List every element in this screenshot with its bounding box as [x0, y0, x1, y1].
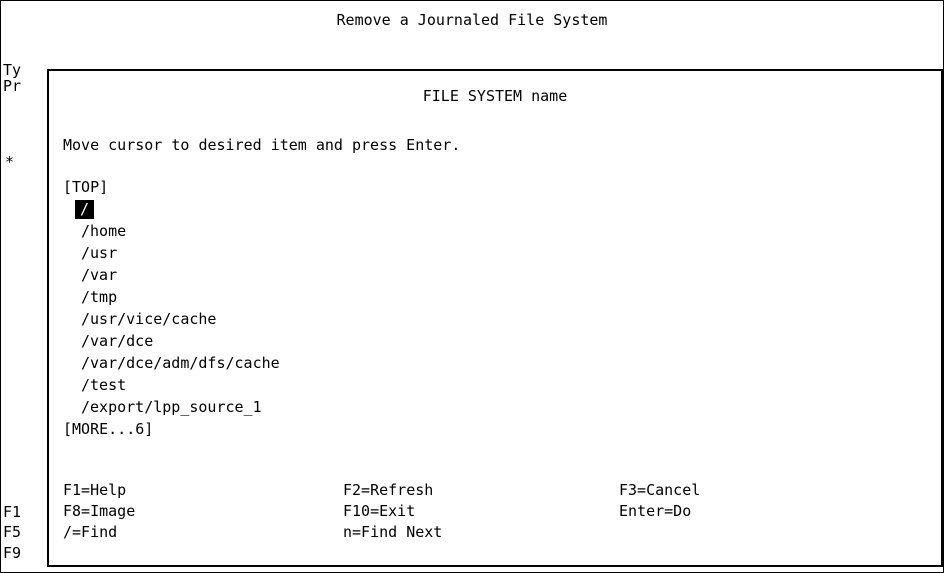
- list-item[interactable]: /tmp: [81, 288, 117, 307]
- list-item[interactable]: /: [75, 200, 95, 219]
- margin-pr: Pr: [3, 77, 22, 95]
- f1-help-key[interactable]: F1=Help: [63, 481, 126, 500]
- list-more-marker: [MORE...6]: [63, 420, 154, 438]
- margin-f1: F1: [3, 503, 22, 521]
- list-item[interactable]: /home: [81, 222, 126, 241]
- list-item[interactable]: /usr/vice/cache: [81, 310, 216, 329]
- terminal-screen: Remove a Journaled File System Ty Pr * F…: [0, 0, 944, 573]
- dialog-title: FILE SYSTEM name: [422, 87, 568, 105]
- f2-refresh-key[interactable]: F2=Refresh: [343, 481, 433, 500]
- list-item[interactable]: /var/dce/adm/dfs/cache: [81, 354, 280, 373]
- list-item[interactable]: /var: [81, 266, 117, 285]
- f10-exit-key[interactable]: F10=Exit: [343, 502, 415, 521]
- f8-image-key[interactable]: F8=Image: [63, 502, 135, 521]
- dialog-instruction: Move cursor to desired item and press En…: [63, 136, 461, 154]
- margin-f5: F5: [3, 523, 22, 541]
- margin-f9: F9: [3, 544, 22, 562]
- file-system-selector-dialog: FILE SYSTEM name Move cursor to desired …: [47, 69, 943, 567]
- list-item[interactable]: /usr: [81, 244, 117, 263]
- list-item[interactable]: /test: [81, 376, 126, 395]
- enter-do-key[interactable]: Enter=Do: [619, 502, 691, 521]
- find-next-key[interactable]: n=Find Next: [343, 523, 442, 542]
- find-key[interactable]: /=Find: [63, 523, 117, 542]
- list-item[interactable]: /var/dce: [81, 332, 153, 351]
- f3-cancel-key[interactable]: F3=Cancel: [619, 481, 700, 500]
- screen-title: Remove a Journaled File System: [336, 11, 608, 29]
- list-item[interactable]: /export/lpp_source_1: [81, 398, 262, 417]
- list-top-marker: [TOP]: [63, 178, 109, 196]
- margin-asterisk: *: [5, 153, 15, 171]
